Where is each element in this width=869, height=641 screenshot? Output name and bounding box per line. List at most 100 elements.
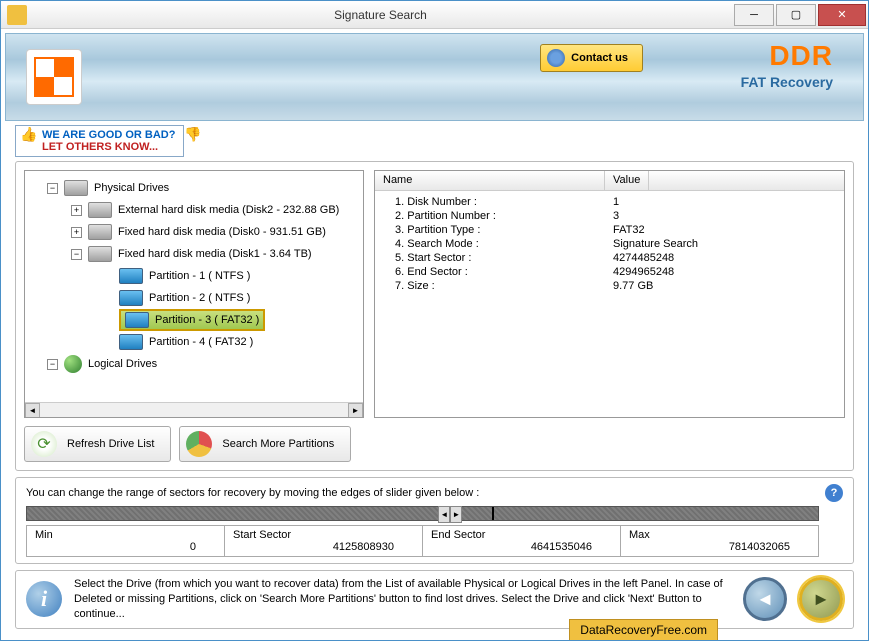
next-button[interactable]: ► [799, 577, 843, 621]
detail-row: 3. Partition Type :FAT32 [375, 223, 844, 237]
expand-icon[interactable]: + [71, 205, 82, 216]
scroll-right-icon[interactable]: ► [348, 403, 363, 418]
tree-horizontal-scrollbar[interactable]: ◄► [25, 402, 363, 417]
detail-name: 7. Size : [375, 280, 605, 292]
collapse-icon[interactable]: − [47, 359, 58, 370]
minimize-button[interactable]: ─ [734, 4, 774, 26]
detail-row: 1. Disk Number :1 [375, 195, 844, 209]
detail-value: 4274485248 [605, 252, 674, 264]
drive-tree-pane: − Physical Drives + External hard disk med… [24, 170, 364, 418]
tree-node-fixed1[interactable]: − Fixed hard disk media (Disk1 - 3.64 TB) [29, 243, 359, 265]
sector-values: Min0 Start Sector4125808930 End Sector46… [26, 525, 819, 557]
drive-tree[interactable]: − Physical Drives + External hard disk med… [25, 171, 363, 403]
back-button[interactable]: ◄ [743, 577, 787, 621]
tree-node-partition4[interactable]: Partition - 4 ( FAT32 ) [29, 331, 359, 353]
hard-drive-icon [64, 180, 88, 196]
detail-value: 3 [605, 210, 619, 222]
detail-pane: Name Value 1. Disk Number :12. Partition… [374, 170, 845, 418]
brand-subtitle: FAT Recovery [741, 74, 833, 90]
detail-name: 3. Partition Type : [375, 224, 605, 236]
tree-node-partition2[interactable]: Partition - 2 ( NTFS ) [29, 287, 359, 309]
app-icon [7, 5, 27, 25]
maximize-button[interactable]: ▢ [776, 4, 816, 26]
tree-label: Partition - 2 ( NTFS ) [149, 292, 250, 304]
detail-body: 1. Disk Number :12. Partition Number :33… [375, 191, 844, 297]
sector-range-slider[interactable]: ◄► [26, 506, 819, 521]
review-link[interactable]: WE ARE GOOD OR BAD? LET OTHERS KNOW... [15, 125, 184, 157]
refresh-icon: ⟳ [31, 431, 57, 457]
search-more-partitions-button[interactable]: Search More Partitions [179, 426, 351, 462]
app-window: Signature Search ─ ▢ ✕ Contact us DDR FA… [0, 0, 869, 641]
collapse-icon[interactable]: − [47, 183, 58, 194]
tree-label: Logical Drives [88, 358, 157, 370]
contact-us-button[interactable]: Contact us [540, 44, 643, 72]
tree-node-fixed0[interactable]: + Fixed hard disk media (Disk0 - 931.51 G… [29, 221, 359, 243]
column-header-value[interactable]: Value [605, 171, 649, 190]
brand-block: DDR FAT Recovery [741, 40, 833, 90]
partition-icon [119, 290, 143, 306]
review-line2: LET OTHERS KNOW... [42, 141, 175, 153]
detail-name: 4. Search Mode : [375, 238, 605, 250]
tree-node-partition3-selected[interactable]: Partition - 3 ( FAT32 ) [29, 309, 359, 331]
sector-start: Start Sector4125808930 [225, 525, 423, 557]
detail-value: 4294965248 [605, 266, 674, 278]
column-header-name[interactable]: Name [375, 171, 605, 190]
tree-label: Partition - 3 ( FAT32 ) [155, 314, 259, 326]
content-panel: − Physical Drives + External hard disk med… [15, 161, 854, 471]
review-bar: WE ARE GOOD OR BAD? LET OTHERS KNOW... [15, 125, 864, 157]
collapse-icon[interactable]: − [71, 249, 82, 260]
hard-drive-icon [88, 224, 112, 240]
info-icon: i [26, 581, 62, 617]
tree-label: Fixed hard disk media (Disk1 - 3.64 TB) [118, 248, 312, 260]
brand-title: DDR [741, 40, 833, 72]
tree-node-logical[interactable]: − Logical Drives [29, 353, 359, 375]
tree-label: Partition - 4 ( FAT32 ) [149, 336, 253, 348]
close-button[interactable]: ✕ [818, 4, 866, 26]
review-line1: WE ARE GOOD OR BAD? [42, 129, 175, 141]
partition-icon [125, 312, 149, 328]
sector-range-panel: You can change the range of sectors for … [15, 477, 854, 564]
tree-label: Partition - 1 ( NTFS ) [149, 270, 250, 282]
detail-name: 1. Disk Number : [375, 196, 605, 208]
scroll-left-icon[interactable]: ◄ [25, 403, 40, 418]
button-label: Refresh Drive List [67, 438, 154, 450]
panes: − Physical Drives + External hard disk med… [24, 170, 845, 418]
slider-handle-left-icon[interactable]: ◄ [438, 506, 450, 523]
button-label: Search More Partitions [222, 438, 334, 450]
tree-label: Physical Drives [94, 182, 169, 194]
tree-node-partition1[interactable]: Partition - 1 ( NTFS ) [29, 265, 359, 287]
hint-text: Select the Drive (from which you want to… [74, 577, 731, 622]
logo-box [26, 49, 82, 105]
hard-drive-icon [88, 246, 112, 262]
contact-label: Contact us [571, 52, 628, 64]
detail-value: Signature Search [605, 238, 698, 250]
sector-min: Min0 [26, 525, 225, 557]
partition-icon [119, 334, 143, 350]
help-icon[interactable]: ? [825, 484, 843, 502]
header-band: Contact us DDR FAT Recovery [5, 33, 864, 121]
tree-label: Fixed hard disk media (Disk0 - 931.51 GB… [118, 226, 326, 238]
detail-row: 2. Partition Number :3 [375, 209, 844, 223]
partition-icon [119, 268, 143, 284]
sector-end: End Sector4641535046 [423, 525, 621, 557]
detail-value: 1 [605, 196, 619, 208]
refresh-drive-list-button[interactable]: ⟳ Refresh Drive List [24, 426, 171, 462]
hint-panel: i Select the Drive (from which you want … [15, 570, 854, 629]
tree-node-external[interactable]: + External hard disk media (Disk2 - 232.8… [29, 199, 359, 221]
footer-link[interactable]: DataRecoveryFree.com [569, 619, 718, 640]
detail-name: 2. Partition Number : [375, 210, 605, 222]
detail-row: 4. Search Mode :Signature Search [375, 237, 844, 251]
pie-chart-icon [186, 431, 212, 457]
expand-icon[interactable]: + [71, 227, 82, 238]
detail-name: 5. Start Sector : [375, 252, 605, 264]
detail-value: 9.77 GB [605, 280, 653, 292]
window-title: Signature Search [27, 8, 734, 22]
sector-instruction: You can change the range of sectors for … [26, 487, 819, 499]
tree-node-physical[interactable]: − Physical Drives [29, 177, 359, 199]
globe-icon [64, 355, 82, 373]
titlebar: Signature Search ─ ▢ ✕ [1, 1, 868, 29]
checker-logo-icon [34, 57, 74, 97]
hard-drive-icon [88, 202, 112, 218]
slider-handle-right-icon[interactable]: ► [450, 506, 462, 523]
tree-label: External hard disk media (Disk2 - 232.88… [118, 204, 339, 216]
